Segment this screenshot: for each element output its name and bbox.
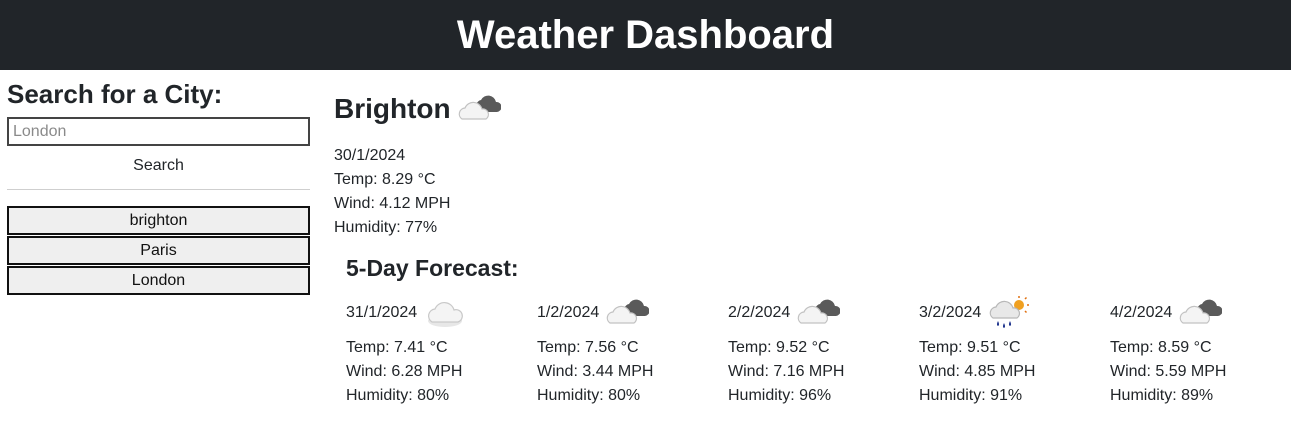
forecast-date: 2/2/2024	[728, 304, 791, 321]
forecast-temp: Temp: 7.41 °C	[346, 339, 448, 356]
forecast-stats: Temp: 7.56 °C Wind: 3.44 MPH Humidity: 8…	[537, 336, 728, 408]
forecast-card: 4/2/2024 Temp: 8.59 °C Wind: 5.59 MPH Hu…	[1110, 296, 1291, 408]
sidebar-divider	[7, 189, 310, 190]
current-details: 30/1/2024 Temp: 8.29 °C Wind: 4.12 MPH H…	[334, 144, 1291, 240]
forecast-date-row: 2/2/2024	[728, 296, 919, 330]
forecast-wind: Wind: 5.59 MPH	[1110, 363, 1227, 380]
forecast-temp: Temp: 8.59 °C	[1110, 339, 1212, 356]
search-sidebar: Search for a City: Search brighton Paris…	[7, 70, 310, 408]
forecast-row: 31/1/2024 Temp: 7.41 °C Wind: 6.28 MPH H…	[346, 296, 1291, 408]
forecast-date: 4/2/2024	[1110, 304, 1173, 321]
forecast-date-row: 31/1/2024	[346, 296, 537, 330]
current-city-name: Brighton	[334, 93, 451, 124]
history-item-london[interactable]: London	[7, 266, 310, 295]
forecast-date-row: 3/2/2024	[919, 296, 1110, 330]
current-weather: Brighton 30/1/2024 Temp: 8.29 °C Wind: 4…	[334, 92, 1291, 240]
rain-sun-icon	[987, 296, 1031, 330]
forecast-date-row: 1/2/2024	[537, 296, 728, 330]
forecast-temp: Temp: 9.51 °C	[919, 339, 1021, 356]
current-wind: Wind: 4.12 MPH	[334, 195, 451, 212]
search-heading: Search for a City:	[7, 79, 223, 109]
city-search-input[interactable]	[7, 117, 310, 146]
forecast-wind: Wind: 4.85 MPH	[919, 363, 1036, 380]
weather-main: Brighton 30/1/2024 Temp: 8.29 °C Wind: 4…	[334, 70, 1291, 408]
current-city-heading: Brighton	[334, 92, 1291, 126]
cloud-icon	[423, 296, 467, 330]
forecast-title: 5-Day Forecast:	[346, 255, 519, 281]
search-history: brighton Paris London	[7, 206, 310, 295]
forecast-wind: Wind: 3.44 MPH	[537, 363, 654, 380]
forecast-date: 3/2/2024	[919, 304, 982, 321]
page-title: Weather Dashboard	[456, 12, 835, 57]
forecast-wind: Wind: 6.28 MPH	[346, 363, 463, 380]
forecast-card: 2/2/2024 Temp: 9.52 °C Wind: 7.16 MPH Hu…	[728, 296, 919, 408]
dashboard-layout: Search for a City: Search brighton Paris…	[0, 70, 1291, 408]
forecast-date: 1/2/2024	[537, 304, 600, 321]
forecast-date: 31/1/2024	[346, 304, 418, 321]
history-item-brighton[interactable]: brighton	[7, 206, 310, 235]
forecast-section: 5-Day Forecast: 31/1/2024 Temp: 7.41 °C …	[334, 254, 1291, 408]
cloudy-icon	[605, 296, 650, 330]
forecast-stats: Temp: 9.52 °C Wind: 7.16 MPH Humidity: 9…	[728, 336, 919, 408]
app-header: Weather Dashboard	[0, 0, 1291, 70]
current-humidity: Humidity: 77%	[334, 219, 438, 236]
history-item-paris[interactable]: Paris	[7, 236, 310, 265]
cloudy-icon	[796, 296, 841, 330]
forecast-temp: Temp: 9.52 °C	[728, 339, 830, 356]
forecast-humidity: Humidity: 89%	[1110, 387, 1214, 404]
forecast-humidity: Humidity: 96%	[728, 387, 832, 404]
forecast-humidity: Humidity: 80%	[537, 387, 641, 404]
current-temp: Temp: 8.29 °C	[334, 171, 436, 188]
current-date: 30/1/2024	[334, 147, 406, 164]
forecast-stats: Temp: 8.59 °C Wind: 5.59 MPH Humidity: 8…	[1110, 336, 1291, 408]
forecast-stats: Temp: 7.41 °C Wind: 6.28 MPH Humidity: 8…	[346, 336, 537, 408]
forecast-wind: Wind: 7.16 MPH	[728, 363, 845, 380]
forecast-stats: Temp: 9.51 °C Wind: 4.85 MPH Humidity: 9…	[919, 336, 1110, 408]
forecast-card: 31/1/2024 Temp: 7.41 °C Wind: 6.28 MPH H…	[346, 296, 537, 408]
forecast-humidity: Humidity: 80%	[346, 387, 450, 404]
search-button[interactable]: Search	[7, 151, 310, 181]
forecast-card: 1/2/2024 Temp: 7.56 °C Wind: 3.44 MPH Hu…	[537, 296, 728, 408]
cloudy-icon	[1178, 296, 1223, 330]
forecast-temp: Temp: 7.56 °C	[537, 339, 639, 356]
cloudy-icon	[457, 92, 502, 126]
forecast-humidity: Humidity: 91%	[919, 387, 1023, 404]
forecast-date-row: 4/2/2024	[1110, 296, 1291, 330]
forecast-card: 3/2/2024 Temp: 9.51 °C Wind: 4.85 MPH Hu…	[919, 296, 1110, 408]
